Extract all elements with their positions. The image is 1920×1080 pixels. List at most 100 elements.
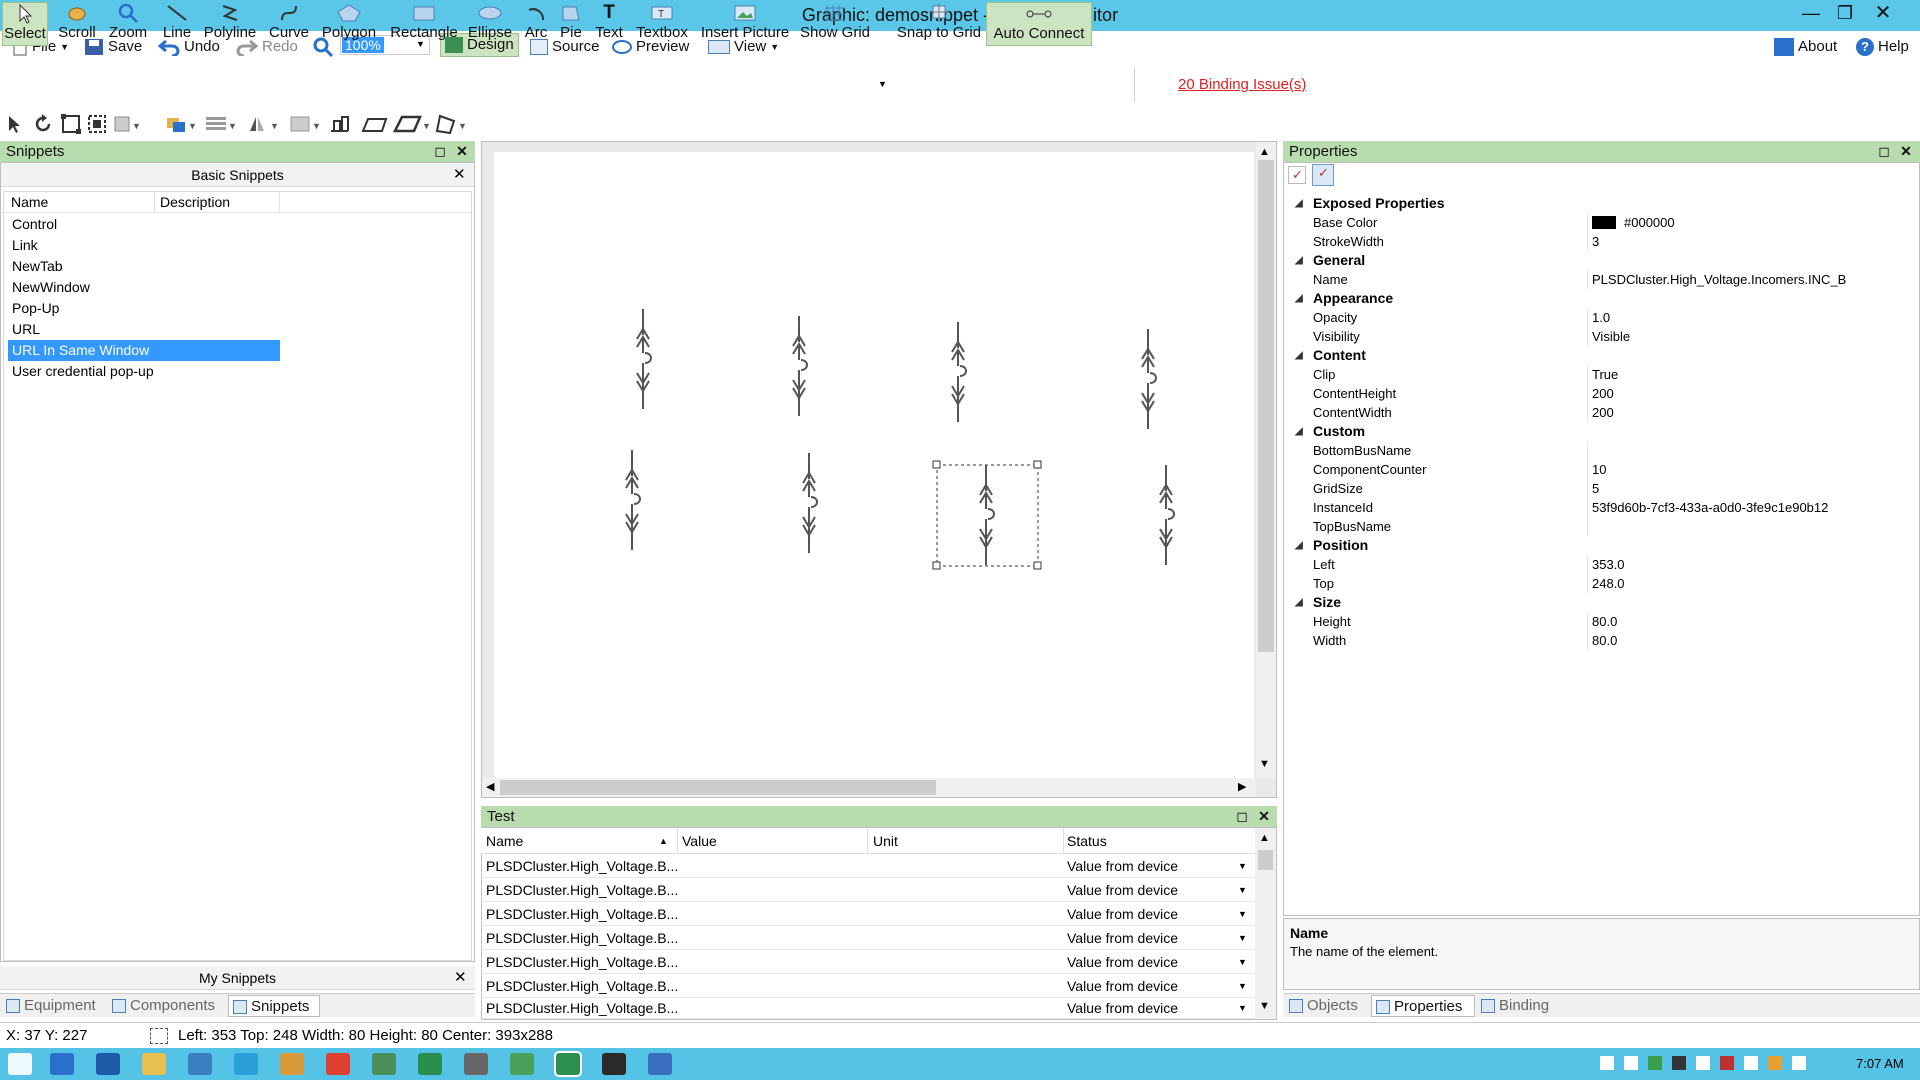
browser-icon[interactable] xyxy=(234,1053,258,1075)
alphabetical-view-icon[interactable]: ✓ xyxy=(1312,164,1334,186)
property-value[interactable]: #000000 xyxy=(1592,213,1675,232)
column-header-description[interactable]: Description xyxy=(160,194,230,210)
collapse-triangle-icon[interactable]: ◢ xyxy=(1295,289,1303,308)
canvas-horizontal-scrollbar[interactable]: ◀ ▶ xyxy=(482,778,1256,797)
align-icon[interactable]: ▼ xyxy=(112,113,140,135)
table-row[interactable]: PLSDCluster.High_Voltage.B... Value from … xyxy=(481,998,1255,1019)
collapse-triangle-icon[interactable]: ◢ xyxy=(1295,422,1303,441)
binding-issues-link[interactable]: 20 Binding Issue(s) xyxy=(1178,76,1306,93)
category-content[interactable]: ◢ Content xyxy=(1285,346,1366,365)
group-icon[interactable] xyxy=(86,113,108,135)
property-value[interactable]: 80.0 xyxy=(1592,631,1617,650)
close-icon[interactable]: ✕ xyxy=(454,143,470,159)
property-value[interactable]: PLSDCluster.High_Voltage.Incomers.INC_B xyxy=(1592,270,1846,289)
select-arrow-icon[interactable] xyxy=(4,113,26,135)
taskbar-app-icon[interactable] xyxy=(50,1053,74,1075)
chevron-up-icon[interactable]: ▲ xyxy=(1259,146,1270,158)
property-row[interactable]: ContentWidth 200 xyxy=(1285,403,1915,422)
test-grid-scrollbar[interactable]: ▲ ▼ xyxy=(1255,828,1276,1019)
tray-icon[interactable] xyxy=(1600,1056,1614,1070)
polygon-tool[interactable]: Polygon xyxy=(318,2,380,46)
row-status[interactable]: Value from device xyxy=(1067,902,1178,926)
category-general[interactable]: ◢ General xyxy=(1285,251,1365,270)
list-item-selected[interactable]: URL In Same Window xyxy=(8,340,280,361)
resize-handle[interactable] xyxy=(932,561,941,570)
table-row[interactable]: PLSDCluster.High_Voltage.B... Value from … xyxy=(481,974,1255,998)
category-appearance[interactable]: ◢ Appearance xyxy=(1285,289,1393,308)
transform-icon[interactable]: ▼ xyxy=(434,113,470,135)
show-grid-tool[interactable]: Show Grid xyxy=(798,2,872,46)
property-row[interactable]: ContentHeight 200 xyxy=(1285,384,1915,403)
list-item[interactable]: Control xyxy=(8,214,280,235)
category-position[interactable]: ◢ Position xyxy=(1285,536,1368,555)
property-row[interactable]: Left 353.0 xyxy=(1285,555,1915,574)
close-icon[interactable]: ✕ xyxy=(453,163,466,187)
column-header-unit[interactable]: Unit xyxy=(873,828,898,854)
taskbar-app-icon[interactable] xyxy=(510,1053,534,1075)
flip-icon[interactable]: ▼ xyxy=(246,113,280,135)
text-tool[interactable]: T Text xyxy=(592,2,626,46)
property-row[interactable]: TopBusName xyxy=(1285,517,1915,536)
categorized-view-icon[interactable]: ✓ xyxy=(1288,166,1306,184)
category-size[interactable]: ◢ Size xyxy=(1285,593,1341,612)
table-row[interactable]: PLSDCluster.High_Voltage.B... Value from … xyxy=(481,950,1255,974)
property-row[interactable]: Width 80.0 xyxy=(1285,631,1915,650)
tray-icon[interactable] xyxy=(1768,1056,1782,1070)
column-header-status[interactable]: Status xyxy=(1067,828,1107,854)
size-match-icon[interactable]: ▼ xyxy=(288,113,322,135)
taskbar-app-icon[interactable] xyxy=(602,1053,626,1075)
switch-symbol[interactable] xyxy=(636,308,652,410)
close-icon[interactable]: ✕ xyxy=(1898,143,1914,159)
collapse-triangle-icon[interactable]: ◢ xyxy=(1295,251,1303,270)
switch-symbol[interactable] xyxy=(1141,328,1157,430)
property-value[interactable]: 3 xyxy=(1592,232,1599,251)
tray-icon[interactable] xyxy=(1624,1056,1638,1070)
chevron-down-icon[interactable]: ▼ xyxy=(1238,998,1247,1019)
chevron-down-icon[interactable]: ▼ xyxy=(1238,974,1247,998)
polyline-tool[interactable]: Polyline xyxy=(200,2,260,46)
row-status[interactable]: Value from device xyxy=(1067,950,1178,974)
table-row[interactable]: PLSDCluster.High_Voltage.B... Value from … xyxy=(481,926,1255,950)
property-row[interactable]: BottomBusName xyxy=(1285,441,1915,460)
scroll-thumb[interactable] xyxy=(1258,850,1273,870)
switch-symbol[interactable] xyxy=(1159,464,1175,566)
table-row[interactable]: PLSDCluster.High_Voltage.B... Value from … xyxy=(481,902,1255,926)
property-row[interactable]: Clip True xyxy=(1285,365,1915,384)
row-status[interactable]: Value from device xyxy=(1067,998,1178,1019)
curve-tool[interactable]: Curve xyxy=(266,2,312,46)
property-value[interactable]: 80.0 xyxy=(1592,612,1617,631)
property-row[interactable]: Name PLSDCluster.High_Voltage.Incomers.IN… xyxy=(1285,270,1915,289)
ellipse-tool[interactable]: Ellipse xyxy=(466,2,514,46)
scroll-thumb[interactable] xyxy=(500,780,936,795)
pin-icon[interactable]: ◻ xyxy=(1876,143,1892,159)
folder-icon[interactable] xyxy=(142,1053,166,1075)
restore-button[interactable]: ❐ xyxy=(1828,0,1862,28)
property-row[interactable]: Opacity 1.0 xyxy=(1285,308,1915,327)
rectangle-tool[interactable]: Rectangle xyxy=(388,2,460,46)
taskbar-app-icon[interactable] xyxy=(96,1053,120,1075)
switch-symbol[interactable] xyxy=(802,452,818,554)
selection-box[interactable] xyxy=(936,464,1039,567)
tab-snippets[interactable]: Snippets xyxy=(228,995,320,1017)
zoom-tool[interactable]: Zoom xyxy=(104,2,152,46)
taskbar-app-icon[interactable] xyxy=(188,1053,212,1075)
property-row[interactable]: ComponentCounter 10 xyxy=(1285,460,1915,479)
chevron-down-icon[interactable]: ▼ xyxy=(1259,1000,1270,1012)
switch-symbol[interactable] xyxy=(951,321,967,423)
pie-tool[interactable]: Pie xyxy=(556,2,586,46)
perspective-icon[interactable]: ▼ xyxy=(392,113,432,135)
switch-symbol[interactable] xyxy=(625,449,641,551)
chevron-down-icon[interactable]: ▼ xyxy=(1238,950,1247,974)
tab-components[interactable]: Components xyxy=(108,995,226,1017)
tray-icon[interactable] xyxy=(1672,1056,1686,1070)
show-grid-chevron-icon[interactable]: ▼ xyxy=(878,79,887,89)
order-icon[interactable]: ▼ xyxy=(164,113,198,135)
tab-properties[interactable]: Properties xyxy=(1371,995,1475,1017)
taskbar-app-icon[interactable] xyxy=(372,1053,396,1075)
row-status[interactable]: Value from device xyxy=(1067,926,1178,950)
textbox-tool[interactable]: T Textbox xyxy=(634,2,690,46)
pin-icon[interactable]: ◻ xyxy=(1234,808,1250,824)
switch-symbol[interactable] xyxy=(792,315,808,417)
canvas-vertical-scrollbar[interactable]: ▲ ▼ xyxy=(1256,142,1276,778)
property-value[interactable]: 200 xyxy=(1592,384,1614,403)
